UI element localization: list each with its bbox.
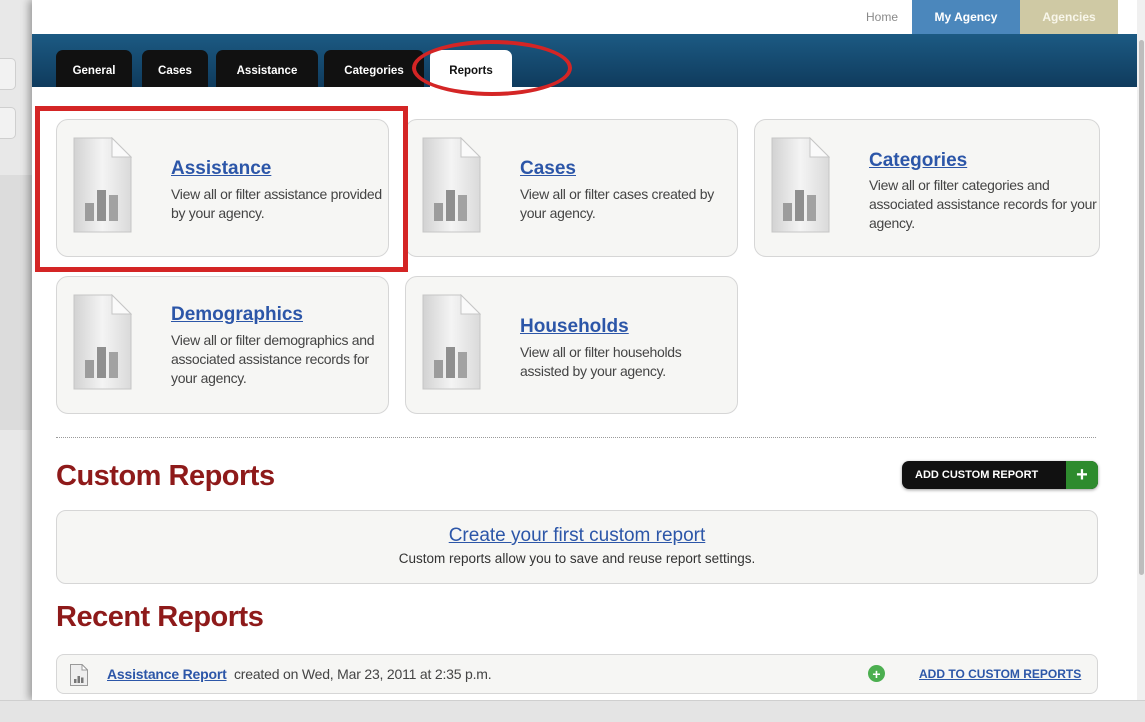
card-title[interactable]: Cases [520, 158, 576, 180]
top-navigation: Home My Agency Agencies [852, 0, 1118, 34]
plus-icon: + [1066, 461, 1098, 489]
report-card-cases[interactable]: Cases View all or filter cases created b… [405, 119, 738, 257]
bottom-frame [0, 700, 1145, 722]
scrollbar-thumb[interactable] [1139, 40, 1144, 575]
card-title[interactable]: Households [520, 316, 629, 338]
home-link[interactable]: Home [852, 0, 912, 34]
highlight-box [35, 106, 408, 272]
left-frame-panel [0, 175, 32, 430]
tab-categories[interactable]: Categories [324, 50, 424, 87]
report-document-icon [73, 294, 132, 390]
highlight-ellipse [412, 40, 572, 96]
add-custom-report-label: ADD CUSTOM REPORT [915, 469, 1039, 481]
custom-reports-panel: Create your first custom report Custom r… [56, 510, 1098, 584]
tab-assistance[interactable]: Assistance [216, 50, 318, 87]
card-description: View all or filter categories and associ… [869, 177, 1097, 231]
custom-reports-heading: Custom Reports [56, 460, 275, 492]
report-card-households[interactable]: Households View all or filter households… [405, 276, 738, 414]
card-description: View all or filter households assisted b… [520, 344, 682, 379]
agencies-link[interactable]: Agencies [1020, 0, 1118, 34]
card-title[interactable]: Categories [869, 150, 967, 172]
recent-reports-heading: Recent Reports [56, 601, 264, 633]
card-description: View all or filter cases created by your… [520, 186, 714, 221]
report-document-icon [422, 294, 481, 390]
custom-reports-description: Custom reports allow you to save and reu… [398, 551, 756, 566]
left-frame-control [0, 107, 16, 139]
report-created-text: created on Wed, Mar 23, 2011 at 2:35 p.m… [234, 666, 492, 682]
left-frame [0, 0, 32, 721]
report-name-link[interactable]: Assistance Report [107, 666, 227, 682]
my-agency-link[interactable]: My Agency [912, 0, 1020, 34]
report-card-demographics[interactable]: Demographics View all or filter demograp… [56, 276, 389, 414]
page: Home My Agency Agencies General Cases As… [32, 0, 1145, 700]
add-circle-icon[interactable]: + [868, 665, 885, 682]
report-document-icon [771, 137, 830, 233]
report-document-icon [70, 664, 88, 686]
card-title[interactable]: Demographics [171, 304, 303, 326]
card-description: View all or filter demographics and asso… [171, 332, 375, 386]
tab-cases[interactable]: Cases [142, 50, 208, 87]
create-custom-report-link[interactable]: Create your first custom report [449, 525, 706, 547]
add-custom-report-button[interactable]: ADD CUSTOM REPORT + [902, 461, 1098, 489]
left-frame-control [0, 58, 16, 90]
recent-report-row: Assistance Report created on Wed, Mar 23… [56, 654, 1098, 694]
add-to-custom-reports-link[interactable]: ADD TO CUSTOM REPORTS [919, 667, 1081, 681]
tab-general[interactable]: General [56, 50, 132, 87]
report-document-icon [422, 137, 481, 233]
section-divider [56, 437, 1096, 438]
report-card-categories[interactable]: Categories View all or filter categories… [754, 119, 1100, 257]
